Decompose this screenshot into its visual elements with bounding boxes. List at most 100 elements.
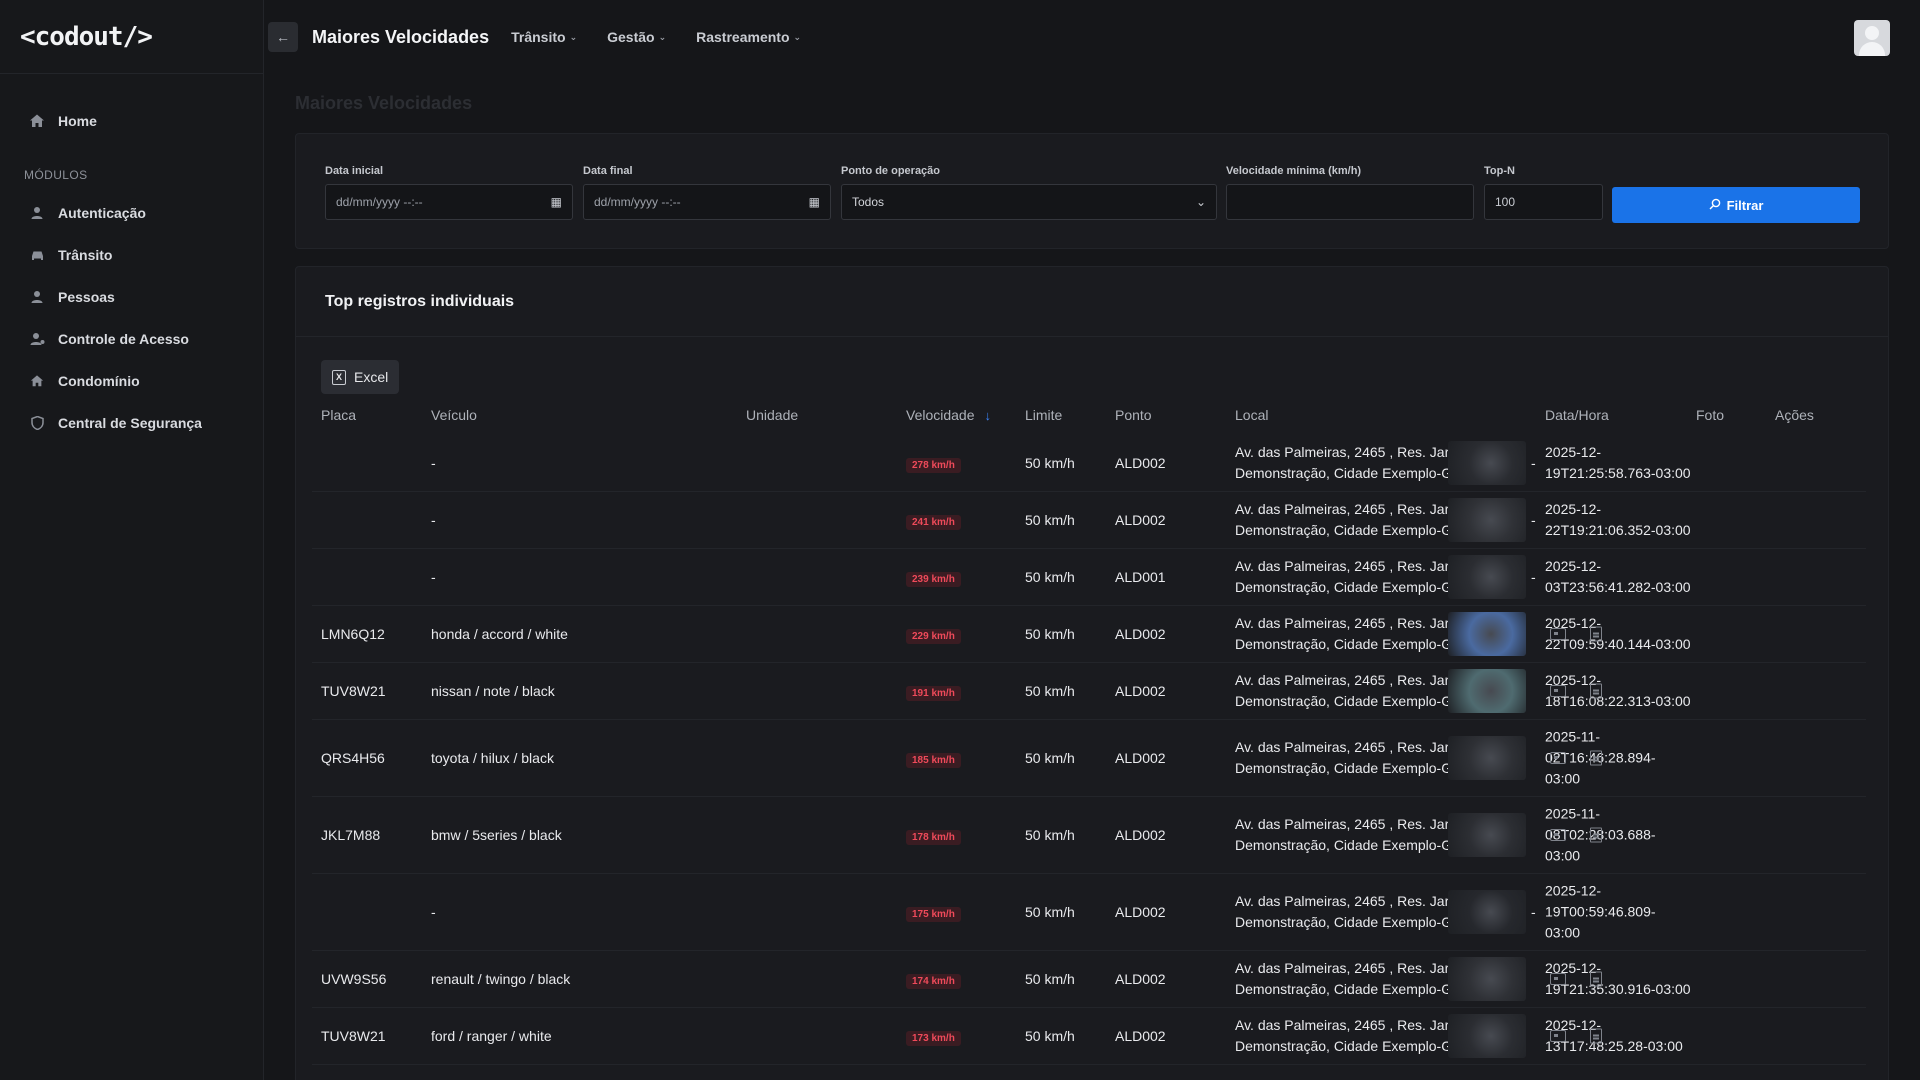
local-cell: Av. das Palmeiras, 2465 , Res. Jardim Dem… bbox=[1235, 615, 1472, 652]
speed-badge: 185 km/h bbox=[906, 753, 961, 768]
table-row: QRS4H56 toyota / hilux / black 185 km/h 50 … bbox=[312, 720, 1866, 797]
speed-badge: 278 km/h bbox=[906, 458, 961, 473]
speed-badge: 175 km/h bbox=[906, 907, 961, 922]
collapse-sidebar-button[interactable]: ← bbox=[268, 22, 298, 52]
table-header: Placa Veículo Unidade Velocidade ↓ Limite… bbox=[321, 407, 1866, 435]
plate-cell: QRS4H56 bbox=[321, 750, 385, 766]
document-icon[interactable] bbox=[1590, 750, 1602, 766]
vehicle-photo[interactable] bbox=[1448, 890, 1526, 934]
col-actions: Ações bbox=[1775, 407, 1814, 423]
id-card-icon[interactable] bbox=[1550, 752, 1566, 764]
col-local[interactable]: Local bbox=[1235, 407, 1268, 423]
vehicle-photo[interactable] bbox=[1448, 1014, 1526, 1058]
sidebar-item-controle-de-acesso[interactable]: Controle de Acesso bbox=[0, 318, 263, 360]
point-cell: ALD002 bbox=[1115, 626, 1166, 642]
chevron-down-icon: ⌄ bbox=[658, 31, 667, 42]
vehicle-photo[interactable] bbox=[1448, 957, 1526, 1001]
calendar-icon[interactable]: ▦ bbox=[809, 195, 820, 209]
speed-badge: 191 km/h bbox=[906, 686, 961, 701]
point-cell: ALD002 bbox=[1115, 750, 1166, 766]
sidebar-item-home[interactable]: Home bbox=[0, 100, 263, 142]
document-icon[interactable] bbox=[1590, 1028, 1602, 1044]
point-cell: ALD001 bbox=[1115, 569, 1166, 585]
point-cell: ALD002 bbox=[1115, 512, 1166, 528]
col-point[interactable]: Ponto bbox=[1115, 407, 1152, 423]
id-card-icon[interactable] bbox=[1550, 829, 1566, 841]
plate-cell: JKL7M88 bbox=[321, 827, 381, 843]
sidebar-item-label: Condomínio bbox=[58, 373, 140, 389]
menu-rastreamento[interactable]: Rastreamento ⌄ bbox=[696, 29, 801, 45]
limit-cell: 50 km/h bbox=[1025, 827, 1075, 843]
vehicle-photo[interactable] bbox=[1448, 813, 1526, 857]
end-date-input[interactable]: dd/mm/yyyy --:-- ▦ bbox=[583, 184, 831, 220]
user-avatar[interactable] bbox=[1854, 20, 1890, 56]
col-plate[interactable]: Placa bbox=[321, 407, 356, 423]
vehicle-photo[interactable] bbox=[1448, 555, 1526, 599]
col-limit[interactable]: Limite bbox=[1025, 407, 1062, 423]
sidebar-item-label: Trânsito bbox=[58, 247, 113, 263]
document-icon[interactable] bbox=[1590, 626, 1602, 642]
top-bar: ← Maiores Velocidades Trânsito ⌄ Gestão ⌄ … bbox=[264, 0, 1920, 74]
col-photo: Foto bbox=[1696, 407, 1725, 423]
actions-empty: - bbox=[1531, 455, 1536, 471]
sidebar-item-central-de-seguran-a[interactable]: Central de Segurança bbox=[0, 402, 263, 444]
table-row: - 278 km/h 50 km/h ALD002 Av. das Palmeiras,… bbox=[312, 435, 1866, 492]
id-card-icon[interactable] bbox=[1550, 973, 1566, 985]
menu-gestao[interactable]: Gestão ⌄ bbox=[607, 29, 666, 45]
actions-empty: - bbox=[1531, 512, 1536, 528]
user-check-icon bbox=[28, 330, 46, 348]
vehicle-photo[interactable] bbox=[1448, 669, 1526, 713]
id-card-icon[interactable] bbox=[1550, 628, 1566, 640]
plate-cell: UVW9S56 bbox=[321, 971, 387, 987]
limit-cell: 50 km/h bbox=[1025, 455, 1075, 471]
point-cell: ALD002 bbox=[1115, 971, 1166, 987]
filter-button[interactable]: Filtrar bbox=[1612, 187, 1860, 223]
sidebar-item-condom-nio[interactable]: Condomínio bbox=[0, 360, 263, 402]
limit-cell: 50 km/h bbox=[1025, 512, 1075, 528]
col-unit[interactable]: Unidade bbox=[746, 407, 798, 423]
local-cell: Av. das Palmeiras, 2465 , Res. Jardim Dem… bbox=[1235, 960, 1472, 997]
id-card-icon[interactable] bbox=[1550, 685, 1566, 697]
home-icon bbox=[28, 112, 46, 130]
document-icon[interactable] bbox=[1590, 827, 1602, 843]
speed-badge: 229 km/h bbox=[906, 629, 961, 644]
point-cell: ALD002 bbox=[1115, 683, 1166, 699]
document-icon[interactable] bbox=[1590, 971, 1602, 987]
car-icon bbox=[28, 246, 46, 264]
menu-transito[interactable]: Trânsito ⌄ bbox=[511, 29, 577, 45]
vehicle-photo[interactable] bbox=[1448, 612, 1526, 656]
col-vehicle[interactable]: Veículo bbox=[431, 407, 477, 423]
start-date-label: Data inicial bbox=[325, 165, 384, 177]
table-body: - 278 km/h 50 km/h ALD002 Av. das Palmeiras,… bbox=[312, 435, 1866, 1065]
operation-point-field: Ponto de operação Todos ⌄ bbox=[841, 165, 1217, 220]
vehicle-photo[interactable] bbox=[1448, 736, 1526, 780]
calendar-icon[interactable]: ▦ bbox=[551, 195, 562, 209]
sidebar-item-autentica-o[interactable]: Autenticação bbox=[0, 192, 263, 234]
excel-export-button[interactable]: X Excel bbox=[321, 360, 400, 394]
vehicle-cell: bmw / 5series / black bbox=[431, 827, 562, 843]
vehicle-photo[interactable] bbox=[1448, 498, 1526, 542]
document-icon[interactable] bbox=[1590, 683, 1602, 699]
vehicle-cell: nissan / note / black bbox=[431, 683, 555, 699]
top-n-input[interactable]: 100 bbox=[1484, 184, 1603, 220]
excel-icon: X bbox=[332, 369, 346, 385]
sidebar-item-pessoas[interactable]: Pessoas bbox=[0, 276, 263, 318]
start-date-input[interactable]: dd/mm/yyyy --:-- ▦ bbox=[325, 184, 573, 220]
chevron-down-icon: ⌄ bbox=[793, 31, 802, 42]
vehicle-photo[interactable] bbox=[1448, 441, 1526, 485]
id-card-icon[interactable] bbox=[1550, 1030, 1566, 1042]
section-title: Maiores Velocidades bbox=[295, 93, 473, 113]
min-speed-input[interactable] bbox=[1226, 184, 1474, 220]
home-icon bbox=[28, 372, 46, 390]
local-cell: Av. das Palmeiras, 2465 , Res. Jardim Dem… bbox=[1235, 1017, 1472, 1054]
vehicle-cell: - bbox=[431, 512, 436, 528]
table-row: - 239 km/h 50 km/h ALD001 Av. das Palmeiras,… bbox=[312, 549, 1866, 606]
shield-icon bbox=[28, 414, 46, 432]
sidebar-item-tr-nsito[interactable]: Trânsito bbox=[0, 234, 263, 276]
col-speed[interactable]: Velocidade ↓ bbox=[906, 407, 991, 423]
codout-logo[interactable]: <codout/> bbox=[0, 0, 263, 74]
operation-point-select[interactable]: Todos ⌄ bbox=[841, 184, 1217, 220]
sidebar: <codout/> Home MÓDULOS Autenticação Trâns… bbox=[0, 0, 264, 1080]
col-datetime[interactable]: Data/Hora bbox=[1545, 407, 1609, 423]
datetime-cell: 2025-12- 18T16:08:22.313-03:00 bbox=[1545, 672, 1691, 709]
